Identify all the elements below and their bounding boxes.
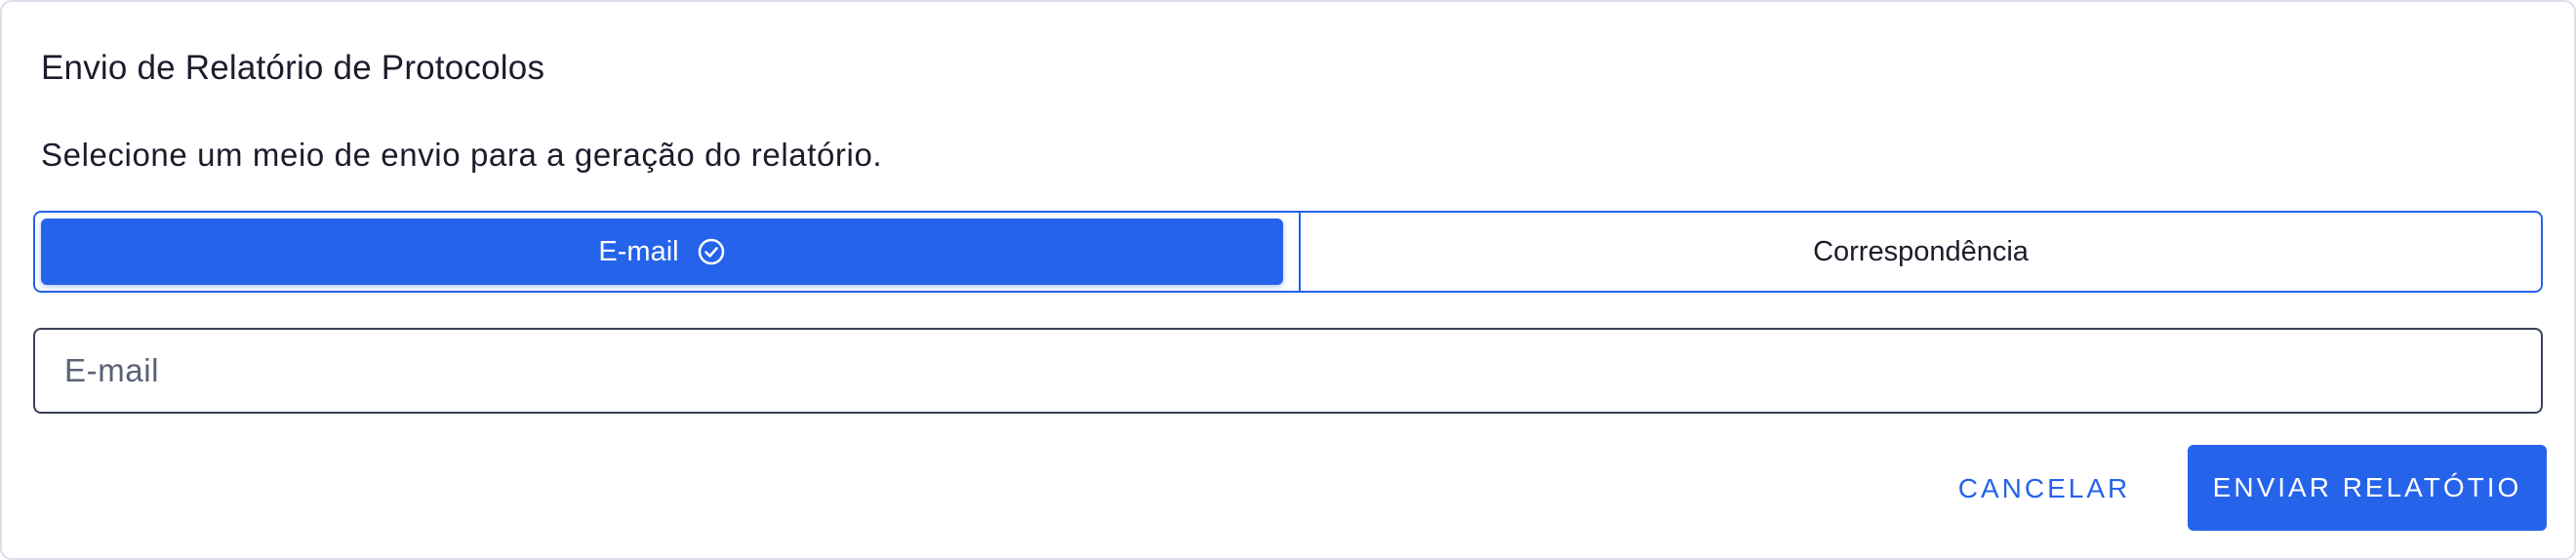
send-report-button[interactable]: ENVIAR RELATÓTIO bbox=[2188, 445, 2547, 531]
cancel-button[interactable]: CANCELAR bbox=[1942, 447, 2147, 531]
option-email-label: E-mail bbox=[598, 235, 679, 267]
option-correspondence-label: Correspondência bbox=[1813, 235, 2029, 267]
delivery-method-toggle: E-mail Correspondência bbox=[33, 211, 2543, 293]
email-input[interactable] bbox=[33, 328, 2543, 414]
dialog-subtitle: Selecione um meio de envio para a geraçã… bbox=[41, 137, 883, 173]
option-correspondence[interactable]: Correspondência bbox=[1301, 213, 2541, 291]
check-circle-icon bbox=[697, 237, 726, 266]
option-email-selected: E-mail bbox=[41, 219, 1283, 285]
report-dialog: Envio de Relatório de Protocolos Selecio… bbox=[0, 0, 2576, 560]
dialog-title: Envio de Relatório de Protocolos bbox=[41, 49, 545, 87]
option-email[interactable]: E-mail bbox=[35, 213, 1301, 291]
